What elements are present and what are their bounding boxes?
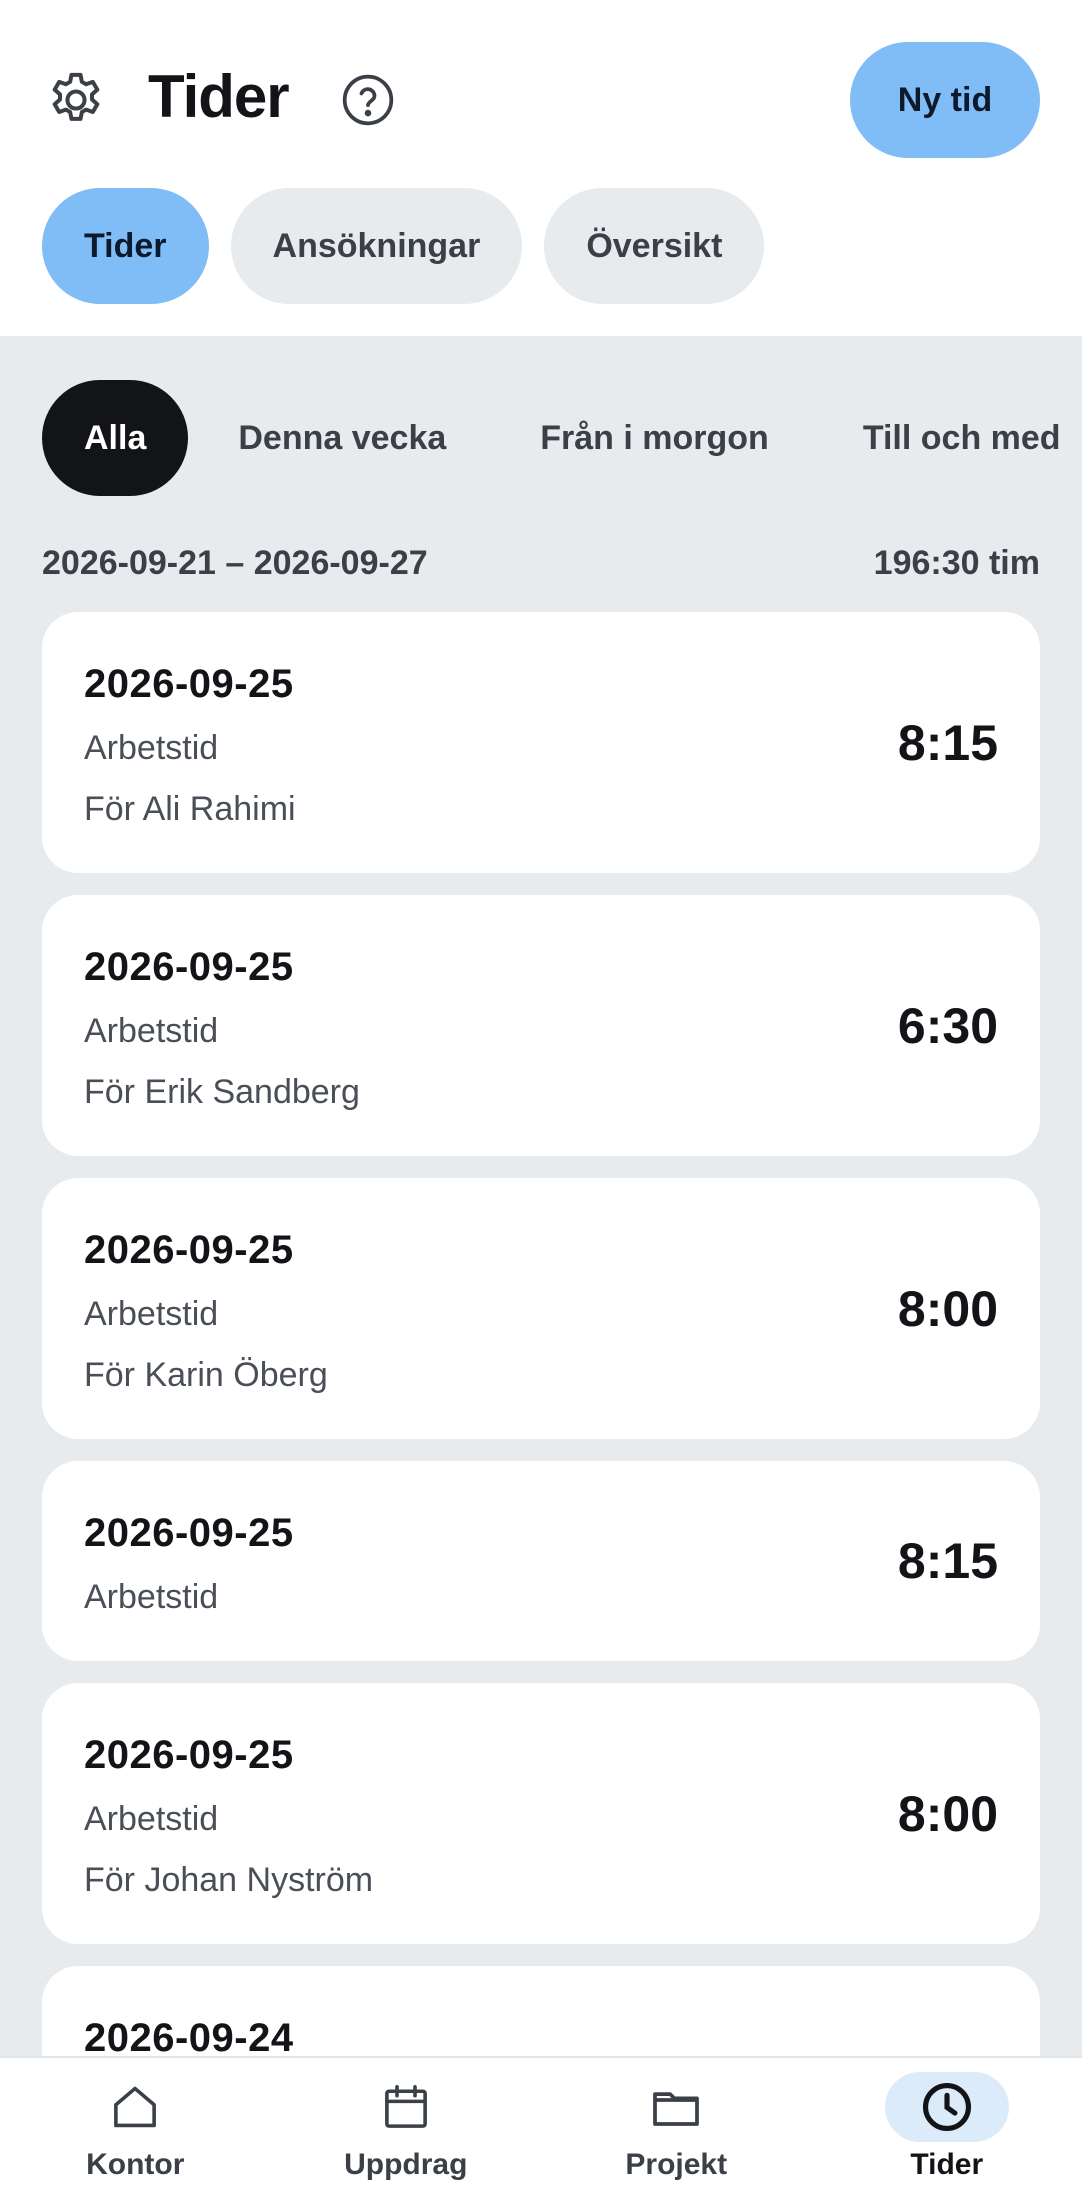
time-entry-card[interactable]: 2026-09-25 Arbetstid För Karin Öberg 8:0… [42, 1178, 1040, 1439]
new-time-button[interactable]: Ny tid [850, 42, 1040, 158]
time-entry-card[interactable]: 2026-09-25 Arbetstid För Johan Nyström 8… [42, 1683, 1040, 1944]
time-entry-card[interactable]: 2026-09-25 Arbetstid För Erik Sandberg 6… [42, 895, 1040, 1156]
entry-type: Arbetstid [84, 729, 219, 767]
tab-oversikt[interactable]: Översikt [544, 188, 765, 304]
section-tabs: Tider Ansökningar Översikt [42, 188, 765, 304]
entry-person: För Ali Rahimi [84, 790, 296, 828]
app-root: Tider Ny tid Tider Ansökningar Översikt … [0, 0, 1082, 2202]
page-title: Tider [148, 63, 290, 130]
nav-icon-container [73, 2072, 197, 2142]
entry-hours: 6:30 [897, 997, 998, 1054]
time-entry-card[interactable]: 2026-09-24 Arbetstid [42, 1966, 1040, 2056]
filter-chip-denna-vecka[interactable]: Denna vecka [194, 380, 490, 496]
entry-hours: 8:15 [897, 1533, 998, 1589]
nav-item-kontor[interactable]: Kontor [0, 2058, 271, 2202]
nav-icon-container [344, 2072, 468, 2142]
folder-icon [653, 2092, 700, 2126]
filter-chip-till-och-med[interactable]: Till och med [819, 380, 1082, 496]
time-entry-list: 2026-09-25 Arbetstid För Ali Rahimi 8:15… [42, 612, 1040, 2056]
nav-icon-container [614, 2072, 738, 2142]
entry-person: För Johan Nyström [84, 1861, 374, 1899]
time-entry-card[interactable]: 2026-09-25 Arbetstid För Ali Rahimi 8:15 [42, 612, 1040, 873]
question-circle-icon[interactable] [340, 72, 396, 128]
bottom-nav: Kontor Uppdrag Projekt Tider [0, 2056, 1082, 2202]
entry-type: Arbetstid [84, 1012, 219, 1050]
tab-tider[interactable]: Tider [42, 188, 209, 304]
entry-hours: 8:00 [897, 1280, 998, 1337]
total-hours-label: 196:30 tim [873, 544, 1040, 582]
entry-date: 2026-09-25 [84, 662, 294, 706]
nav-label: Uppdrag [344, 2148, 468, 2181]
entry-type: Arbetstid [84, 1578, 219, 1616]
header: Tider Ny tid Tider Ansökningar Översikt [0, 0, 1082, 336]
nav-label: Kontor [86, 2148, 185, 2181]
entry-date: 2026-09-25 [84, 945, 294, 989]
clock-icon [922, 2082, 971, 2132]
home-icon [114, 2086, 157, 2128]
nav-label: Tider [910, 2148, 984, 2181]
entry-person: För Erik Sandberg [84, 1073, 360, 1111]
filter-chip-fran-i-morgon[interactable]: Från i morgon [496, 380, 813, 496]
entry-hours: 8:00 [897, 1785, 998, 1842]
calendar-icon [384, 2084, 427, 2128]
gear-icon[interactable] [44, 68, 108, 132]
filter-chips: Alla Denna vecka Från i morgon Till och … [42, 380, 1082, 496]
nav-item-uppdrag[interactable]: Uppdrag [271, 2058, 542, 2202]
nav-icon-container [884, 2072, 1009, 2142]
filter-chip-alla[interactable]: Alla [42, 380, 189, 496]
entry-date: 2026-09-25 [84, 1511, 294, 1555]
entry-date: 2026-09-24 [84, 2016, 294, 2056]
entry-date: 2026-09-25 [84, 1733, 294, 1777]
nav-label: Projekt [625, 2148, 728, 2181]
time-list-area: Alla Denna vecka Från i morgon Till och … [0, 336, 1082, 2056]
entry-type: Arbetstid [84, 1800, 219, 1838]
entry-person: För Karin Öberg [84, 1356, 328, 1394]
entry-type: Arbetstid [84, 1295, 219, 1333]
entry-hours: 8:15 [897, 714, 998, 771]
tab-ansokningar[interactable]: Ansökningar [230, 188, 523, 304]
nav-item-tider[interactable]: Tider [812, 2058, 1082, 2202]
nav-item-projekt[interactable]: Projekt [541, 2058, 812, 2202]
entry-date: 2026-09-25 [84, 1228, 294, 1272]
date-range-label: 2026-09-21 – 2026-09-27 [42, 544, 428, 582]
time-entry-card[interactable]: 2026-09-25 Arbetstid 8:15 [42, 1461, 1040, 1661]
